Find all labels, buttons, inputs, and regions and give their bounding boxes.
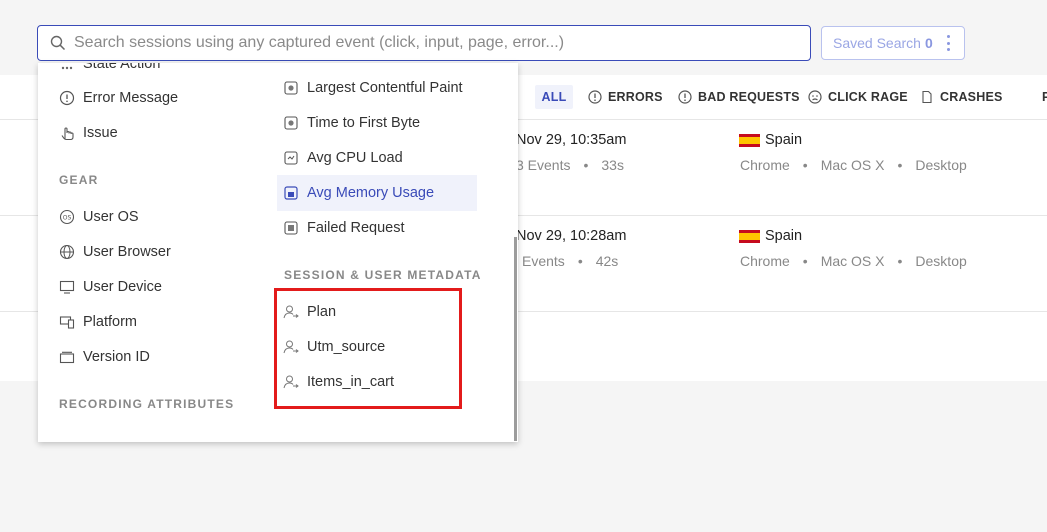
tab-errors[interactable]: ERRORS [588,85,663,109]
dropdown-scrollbar[interactable] [514,237,517,441]
session-device: Desktop [915,253,967,269]
svg-text:OS: OS [63,215,72,222]
tab-all[interactable]: ALL [535,85,573,109]
filter-item-label: Platform [83,314,137,330]
filter-item-avg-memory-usage[interactable]: Avg Memory Usage [277,175,477,211]
cpu-icon [283,150,299,166]
error-circle-icon [588,90,602,104]
pointer-hand-icon [59,125,75,141]
session-events: 3 Events [516,157,571,173]
filter-item-label: State Action [83,63,161,72]
section-title-gear: GEAR [59,173,99,187]
angry-face-icon [808,90,822,104]
filter-item-label: User Device [83,279,162,295]
highlight-box [274,288,462,409]
filter-item-label: User Browser [83,244,171,260]
request-icon [283,220,299,236]
filter-item-issue[interactable]: Issue [59,121,118,145]
section-title-recording-attributes: RECORDING ATTRIBUTES [59,397,235,411]
filter-item-label: Version ID [83,349,150,365]
session-date: Nov 29, 10:35am [516,132,627,148]
tab-label: ERRORS [608,90,663,104]
filter-item-ttfb[interactable]: Time to First Byte [283,111,420,135]
filter-item-version-id[interactable]: Version ID [59,345,150,369]
folder-icon [59,349,75,365]
filter-item-label: Failed Request [307,220,405,236]
os-icon: OS [59,209,75,225]
filter-item-platform[interactable]: Platform [59,310,137,334]
memory-icon [283,185,299,201]
tab-label: P [1042,90,1047,104]
search-input[interactable]: Search sessions using any captured event… [37,25,811,61]
filter-item-avg-cpu-load[interactable]: Avg CPU Load [283,146,403,170]
tab-label: CRASHES [940,90,1003,104]
filter-item-error-message[interactable]: Error Message [59,86,178,110]
saved-search-button[interactable]: Saved Search 0 [821,26,965,60]
filter-item-user-os[interactable]: OS User OS [59,205,139,229]
tab-label: BAD REQUESTS [698,90,800,104]
session-country: Spain [739,132,802,148]
devices-icon [59,314,75,330]
tab-crashes[interactable]: CRASHES [920,85,1003,109]
filter-item-label: User OS [83,209,139,225]
session-os: Mac OS X [820,253,885,269]
search-icon [50,35,66,51]
filter-item-state-action[interactable]: State Action [59,63,160,76]
session-duration: 42s [595,253,619,269]
session-duration: 33s [601,157,624,173]
document-icon [922,90,932,104]
globe-icon [59,244,75,260]
metric-icon [283,80,299,96]
session-meta: Events • 42s [522,253,619,269]
session-env: Chrome • Mac OS X • Desktop [740,253,967,269]
state-action-icon [59,63,75,72]
session-browser: Chrome [740,157,790,173]
filter-item-user-browser[interactable]: User Browser [59,240,171,264]
tab-label: CLICK RAGE [828,90,908,104]
monitor-icon [59,279,75,295]
session-browser: Chrome [740,253,790,269]
tab-bad-requests[interactable]: BAD REQUESTS [678,85,800,109]
saved-search-count: 0 [924,35,933,51]
tab-label: ALL [541,90,567,104]
error-circle-icon [59,90,75,106]
spain-flag-icon [739,133,760,147]
filter-item-label: Largest Contentful Paint [307,80,463,96]
session-device: Desktop [915,157,967,173]
session-os: Mac OS X [820,157,885,173]
filter-item-label: Avg CPU Load [307,150,403,166]
filter-item-failed-request[interactable]: Failed Request [283,216,405,240]
filter-item-label: Avg Memory Usage [307,185,435,201]
session-env: Chrome • Mac OS X • Desktop [740,157,967,173]
country-name: Spain [765,132,803,148]
tab-partial[interactable]: P [1042,85,1047,109]
search-placeholder: Search sessions using any captured event… [74,34,565,51]
country-name: Spain [765,228,803,244]
error-circle-icon [678,90,692,104]
spain-flag-icon [739,229,760,243]
filter-item-user-device[interactable]: User Device [59,275,162,299]
section-title-session-user-metadata: SESSION & USER METADATA [284,268,482,282]
filter-item-label: Time to First Byte [307,115,421,131]
filter-item-label: Error Message [83,90,179,106]
session-meta: 3 Events • 33s [516,157,624,173]
more-options-icon[interactable] [946,35,950,51]
session-date: Nov 29, 10:28am [516,228,627,244]
filter-item-label: Issue [83,125,118,141]
saved-search-label: Saved Search [833,35,921,51]
filter-item-lcp[interactable]: Largest Contentful Paint [283,76,463,100]
tab-click-rage[interactable]: CLICK RAGE [808,85,908,109]
session-country: Spain [739,228,802,244]
metric-icon [283,115,299,131]
session-events: Events [522,253,565,269]
